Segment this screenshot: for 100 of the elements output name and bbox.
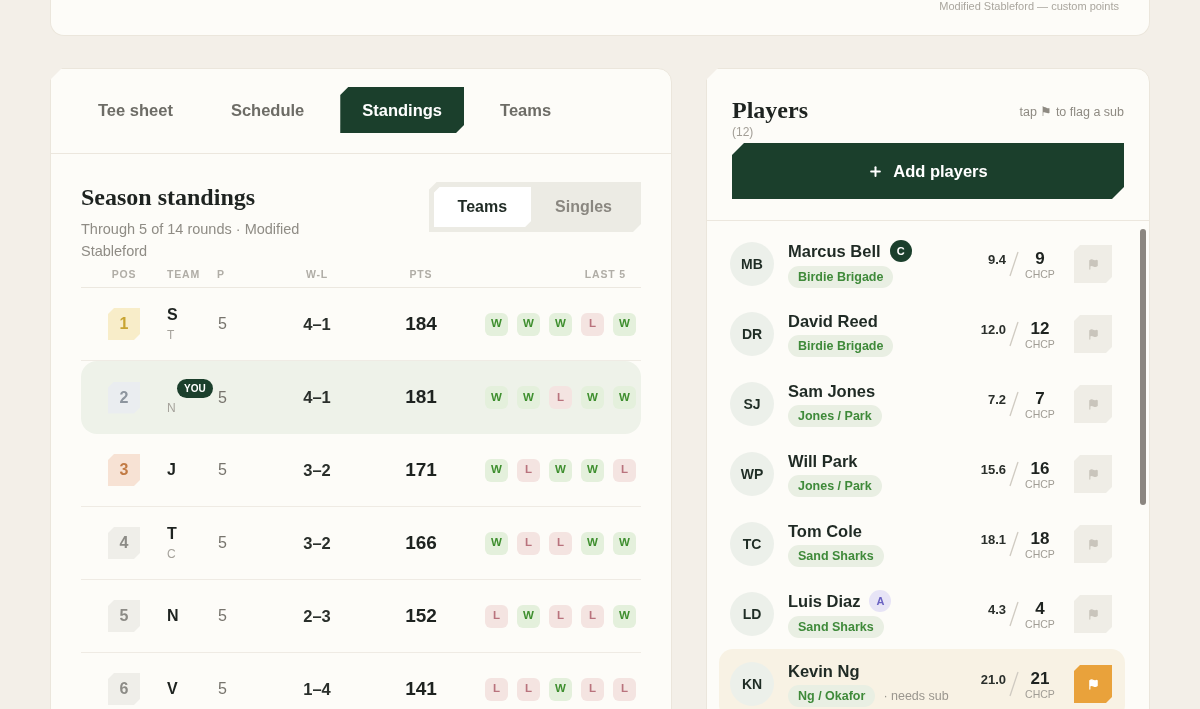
panel-title: Players [732,96,808,125]
tab[interactable]: Tee sheet [76,87,195,133]
add-players-button[interactable]: Add players [732,143,1124,199]
course-handicap: 21 [1030,668,1050,688]
column-header: PTS [409,266,433,282]
flag-button[interactable] [1074,665,1112,703]
team-name: J [167,460,176,480]
result-chip: W [613,312,636,336]
result-chip: L [485,677,508,701]
handicap-index: 9.4 [987,251,1006,270]
position-badge: 6 [108,673,140,705]
flag-icon [1087,538,1099,550]
section-title: Season standings [81,183,257,212]
result-chip: W [485,386,508,409]
result-chip: W [549,312,572,336]
flag-icon [1087,468,1099,480]
column-header: P [217,266,225,282]
chcp-label: CHCP [1025,337,1055,350]
flag-button[interactable] [1074,455,1112,493]
result-chip: W [613,604,636,628]
win-loss-cell-text: 2–3 [303,605,331,627]
result-chip: W [613,531,636,555]
flag-icon [1087,398,1099,410]
chcp-label: CHCP [1025,407,1055,420]
course-handicap: 9 [1035,248,1045,268]
flag-button[interactable] [1074,525,1112,563]
handicap-index: 12.0 [980,321,1006,340]
result-chip: L [613,677,636,701]
player-name: Luis Diaz [788,591,861,611]
team-tag: Ng / Okafor [788,685,876,707]
result-chip: L [517,677,540,701]
played-cell-text: 5 [217,606,227,626]
flag-button[interactable] [1074,315,1112,353]
position-badge: 2 [108,381,140,414]
you-badge: YOU [177,379,213,398]
result-chip: W [485,312,508,336]
points-cell-text: 184 [405,311,437,336]
result-chip: W [517,312,540,336]
result-chip: L [549,531,572,555]
avatar: SJ [730,382,774,426]
chcp-label: CHCP [1025,617,1055,630]
plus-icon [868,163,884,179]
flag-icon [1087,608,1099,620]
player-name: David Reed [788,311,878,331]
slash-icon [1008,531,1020,557]
flag-button[interactable] [1074,595,1112,633]
slash-icon [1008,251,1020,277]
team-name: V [167,679,178,699]
points-cell-text: 152 [405,603,437,628]
avatar: LD [730,592,774,636]
avatar: WP [730,452,774,496]
flag-hint: tap ⚑ to flag a sub [1019,104,1124,121]
tab[interactable]: Standings [340,87,465,133]
result-chip: L [549,604,572,628]
handicap-index: 21.0 [980,671,1006,690]
result-chip: W [517,386,540,409]
team-name: T [167,524,177,544]
column-header: TEAM [167,266,201,282]
points-cell-text: 166 [405,530,437,555]
team-tag: Birdie Brigade [788,335,894,357]
played-cell-text: 5 [217,387,227,408]
handicap-index: 7.2 [987,391,1006,410]
flag-icon [1087,258,1099,270]
slash-icon [1008,391,1020,417]
result-chip: W [485,458,508,482]
player-name: Kevin Ng [788,661,860,681]
result-chip: L [517,458,540,482]
toggle-option[interactable]: Singles [531,187,636,227]
result-chip: W [549,458,572,482]
tab[interactable]: Schedule [208,87,327,133]
role-badge: A [869,590,892,612]
slash-icon [1008,461,1020,487]
role-badge: C [889,240,912,262]
chcp-label: CHCP [1025,477,1055,490]
slash-icon [1008,601,1020,627]
avatar: KN [730,662,774,706]
toggle-option[interactable]: Teams [433,187,532,227]
scoring-caption: Modified Stableford — custom points [939,0,1119,14]
chcp-label: CHCP [1025,547,1055,560]
tab[interactable]: Teams [478,87,574,133]
slash-icon [1008,671,1020,697]
result-chip: W [517,604,540,628]
result-chip: W [581,458,604,482]
flag-icon [1087,328,1099,340]
points-cell-text: 141 [405,676,437,701]
course-handicap: 7 [1035,388,1045,408]
player-count: (12) [732,125,755,139]
chcp-label: CHCP [1025,267,1055,280]
chcp-label: CHCP [1025,687,1055,700]
flag-button[interactable] [1074,245,1112,283]
flag-button[interactable] [1074,385,1112,423]
result-chip: W [581,531,604,555]
team-members: T [167,327,175,343]
result-chip: W [613,386,636,409]
team-name: S [167,305,178,325]
avatar: TC [730,522,774,566]
result-chip: W [581,386,604,409]
column-header: W-L [305,266,329,282]
played-cell-text: 5 [217,314,227,334]
team-members: C [167,546,176,562]
